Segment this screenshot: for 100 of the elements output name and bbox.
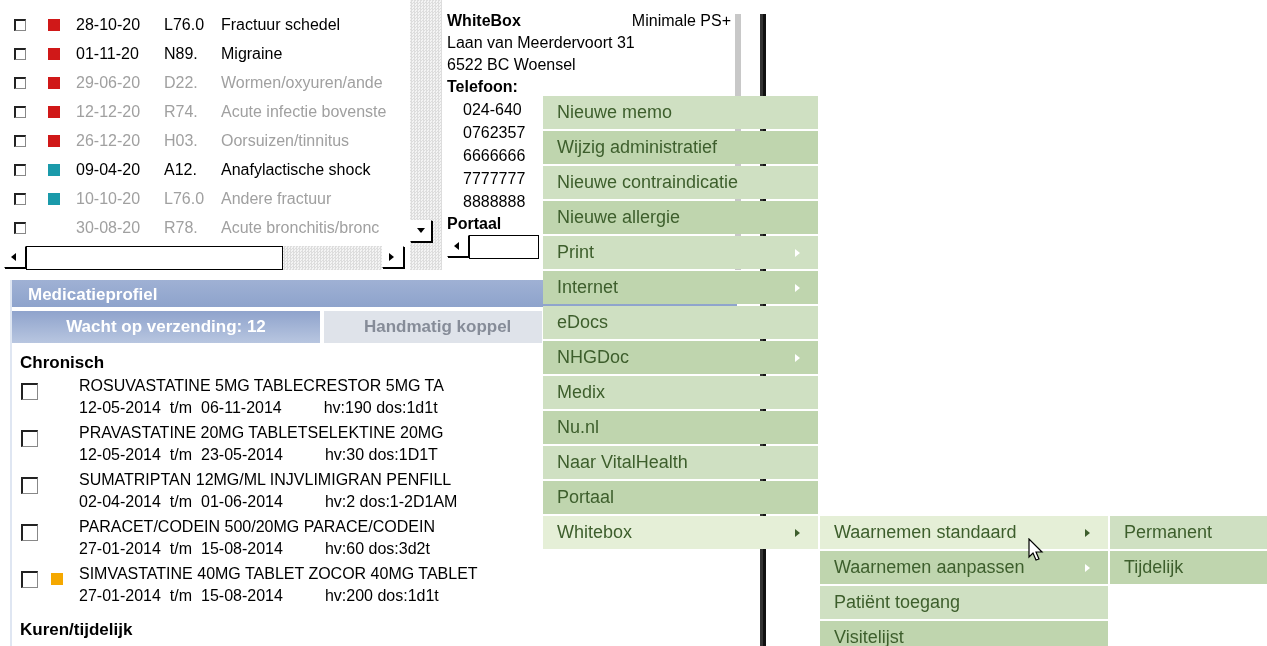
episode-date: 30-08-20 [76, 218, 142, 237]
end-date: 15-08-2014 [201, 586, 283, 606]
episode-date: 29-06-20 [76, 73, 142, 92]
episode-code: N89. [164, 44, 199, 63]
phone-number: 0762357 [462, 123, 526, 143]
menu-item[interactable]: Waarnemen aanpassen [820, 551, 1108, 584]
address-text: Laan van Meerdervoort 31 [447, 33, 635, 53]
episode-code: R78. [164, 218, 199, 237]
until-label: t/m [169, 398, 193, 418]
menu-item[interactable]: Nieuwe allergie [543, 201, 818, 234]
medication-name: PARACET/CODEIN 500/20MG PARACE/CODEIN [79, 517, 436, 537]
until-label: t/m [169, 586, 193, 606]
phone-number: 024-640 [462, 100, 522, 120]
checkbox[interactable] [14, 192, 26, 205]
menu-item[interactable]: Wijzig administratief [543, 131, 818, 164]
episode-code: H03. [164, 131, 199, 150]
checkbox[interactable] [14, 163, 26, 176]
checkbox[interactable] [14, 76, 26, 89]
group-title: Chronisch [20, 353, 105, 373]
episode-description: Acute bronchitis/bronc [221, 218, 380, 237]
episode-code: L76.0 [164, 189, 206, 208]
group-title: Kuren/tijdelijk [20, 620, 133, 640]
checkbox[interactable] [21, 383, 38, 400]
tab[interactable]: Handmatig koppel [324, 311, 542, 343]
start-date: 27-01-2014 [79, 586, 161, 606]
menu-item[interactable]: NHGDoc [543, 341, 818, 374]
episode-code: A12. [164, 160, 198, 179]
episode-code: D22. [164, 73, 199, 92]
scrollbar-thumb[interactable] [26, 246, 283, 270]
start-date: 12-05-2014 [79, 398, 161, 418]
practice-name: WhiteBox [447, 11, 521, 31]
menu-item[interactable]: Print [543, 236, 818, 269]
end-date: 23-05-2014 [201, 445, 283, 465]
episode-code: R74. [164, 102, 199, 121]
end-date: 01-06-2014 [201, 492, 283, 512]
medication-name: SUMATRIPTAN 12MG/ML INJVLIMIGRAN PENFILL [79, 470, 453, 490]
phone-number: 8888888 [462, 192, 526, 212]
episode-description: Anafylactische shock [221, 160, 371, 179]
episode-date: 10-10-20 [76, 189, 142, 208]
checkbox[interactable] [21, 430, 38, 447]
start-date: 12-05-2014 [79, 445, 161, 465]
end-date: 15-08-2014 [201, 539, 283, 559]
checkbox[interactable] [14, 221, 26, 234]
menu-item[interactable]: Portaal [543, 481, 818, 514]
medication-name: PRAVASTATINE 20MG TABLETSELEKTINE 20MG [79, 423, 445, 443]
until-label: t/m [169, 539, 193, 559]
scroll-right-button[interactable] [382, 246, 404, 268]
episode-description: Wormen/oxyuren/ande [221, 73, 383, 92]
end-date: 06-11-2014 [201, 398, 282, 418]
city-text: 6522 BC Woensel [447, 55, 576, 75]
checkbox[interactable] [14, 18, 26, 31]
plan-label: Minimale PS+ [631, 11, 731, 31]
checkbox[interactable] [14, 105, 26, 118]
checkbox[interactable] [21, 477, 38, 494]
scrollbar-thumb[interactable] [469, 235, 539, 259]
phone-number: 6666666 [462, 146, 526, 166]
cursor-icon [1028, 538, 1044, 562]
menu-item[interactable]: Naar VitalHealth [543, 446, 818, 479]
episode-date: 12-12-20 [76, 102, 142, 121]
menu-item[interactable]: Nieuwe contraindicatie [543, 166, 818, 199]
menu-item[interactable]: Patiënt toegang [820, 586, 1108, 619]
checkbox[interactable] [21, 524, 38, 541]
until-label: t/m [169, 492, 193, 512]
start-date: 27-01-2014 [79, 539, 161, 559]
portal-label: Portaal [447, 214, 502, 234]
episode-description: Fractuur schedel [221, 15, 341, 34]
episode-description: Acute infectie bovenste [221, 102, 387, 121]
episode-description: Migraine [221, 44, 283, 63]
phone-number: 7777777 [462, 169, 526, 189]
episode-code: L76.0 [164, 15, 206, 34]
episode-date: 01-11-20 [76, 44, 140, 63]
episode-description: Oorsuizen/tinnitus [221, 131, 350, 150]
menu-item[interactable]: Medix [543, 376, 818, 409]
episode-date: 28-10-20 [76, 15, 142, 34]
medication-name: ROSUVASTATINE 5MG TABLECRESTOR 5MG TA [79, 376, 445, 396]
episode-date: 26-12-20 [76, 131, 142, 150]
dosage-text: hv:200 dos:1d1t [324, 586, 439, 606]
menu-item[interactable]: Waarnemen standaard [820, 516, 1108, 549]
menu-item[interactable]: Nu.nl [543, 411, 818, 444]
menu-item[interactable]: Whitebox [543, 516, 818, 549]
scroll-down-button[interactable] [410, 220, 432, 242]
checkbox[interactable] [14, 134, 26, 147]
checkbox[interactable] [21, 571, 38, 588]
start-date: 02-04-2014 [79, 492, 161, 512]
phone-label: Telefoon: [447, 77, 518, 97]
medication-name: SIMVASTATINE 40MG TABLET ZOCOR 40MG TABLET [79, 564, 478, 584]
menu-item[interactable]: Nieuwe memo [543, 96, 818, 129]
dosage-text: hv:190 dos:1d1t [323, 398, 438, 418]
until-label: t/m [169, 445, 193, 465]
dosage-text: hv:2 dos:1-2D1AM [324, 492, 458, 512]
menu-item[interactable]: Internet [543, 271, 818, 304]
menu-item[interactable]: Permanent [1110, 516, 1267, 549]
dosage-text: hv:60 dos:3d2t [324, 539, 430, 559]
checkbox[interactable] [14, 47, 26, 60]
dosage-text: hv:30 dos:1D1T [324, 445, 438, 465]
episode-date: 09-04-20 [76, 160, 142, 179]
menu-item[interactable]: Visitelijst [820, 621, 1108, 646]
menu-item[interactable]: eDocs [543, 306, 818, 339]
episode-description: Andere fractuur [221, 189, 332, 208]
menu-item[interactable]: Tijdelijk [1110, 551, 1267, 584]
